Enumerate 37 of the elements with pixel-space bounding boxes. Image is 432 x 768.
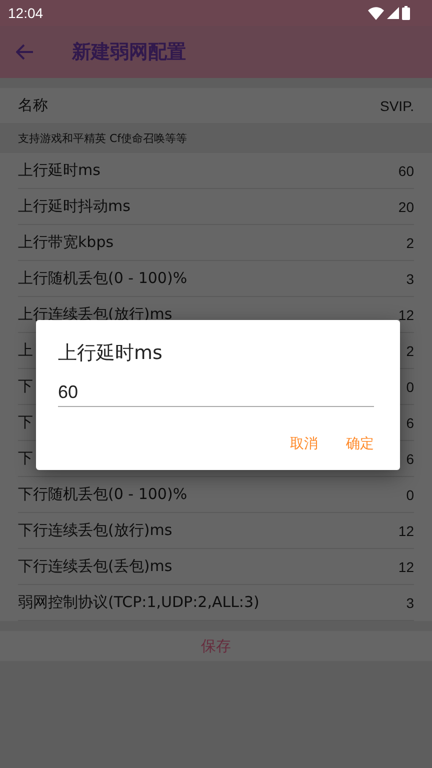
setting-label[interactable]: 上行随机丢包(0 - 100)% [18,269,188,288]
setting-label[interactable]: 弱网控制协议(TCP:1,UDP:2,ALL:3) [18,593,260,612]
setting-label[interactable]: 上行带宽kbps [18,233,114,252]
setting-value: 6 [406,414,414,430]
save-button[interactable]: 保存 [0,631,432,661]
setting-value: 6 [406,450,414,466]
wifi-icon [368,6,384,20]
setting-label[interactable]: 下行连续丢包(放行)ms [18,521,172,540]
confirm-button[interactable]: 确定 [346,431,374,457]
setting-value: 12 [398,306,414,322]
setting-value: 2 [406,342,414,358]
setting-label[interactable]: 上行延时抖动ms [18,197,130,216]
setting-label[interactable]: 上 [18,341,33,360]
setting-value: 0 [406,486,414,502]
setting-value: 12 [398,522,414,538]
setting-value: 12 [398,558,414,574]
setting-value: 20 [398,198,414,214]
name-label: 名称 [18,96,48,115]
setting-value: 0 [406,378,414,394]
setting-value: 60 [398,162,414,178]
status-time: 12:04 [8,5,44,21]
hint-text: 支持游戏和平精英 Cf使命召唤等等 [18,130,188,146]
setting-label[interactable]: 下行连续丢包(丢包)ms [18,557,172,576]
setting-label[interactable]: 下 [18,449,33,468]
cancel-button[interactable]: 取消 [290,431,318,457]
setting-value: 3 [406,270,414,286]
dialog-title: 上行延时ms [58,341,164,366]
name-value[interactable]: SVIP. [380,98,414,114]
setting-label[interactable]: 下 [18,413,33,432]
setting-value: 2 [406,234,414,250]
battery-icon [402,6,410,20]
back-arrow-icon[interactable] [16,44,34,60]
signal-icon [387,7,399,19]
setting-value: 3 [406,594,414,610]
setting-label[interactable]: 上行延时ms [18,161,100,180]
setting-label[interactable]: 下 [18,377,33,396]
setting-label[interactable]: 下行随机丢包(0 - 100)% [18,485,188,504]
